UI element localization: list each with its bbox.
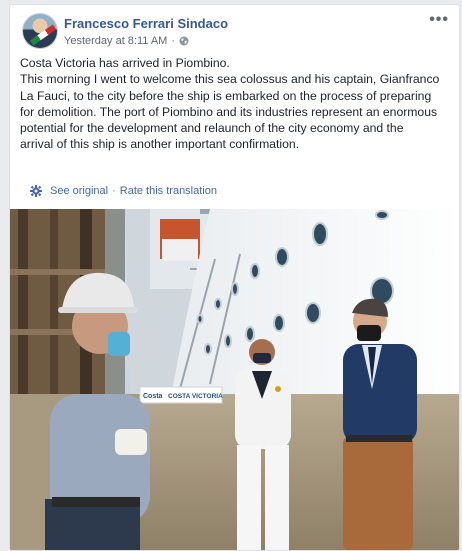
see-original-link[interactable]: See original — [50, 185, 108, 197]
post-meta: Yesterday at 8:11 AM · — [64, 35, 189, 47]
ship-sign-text: COSTA VICTORIA — [168, 393, 223, 400]
translation-bar: See original · Rate this translation — [30, 185, 217, 197]
author-avatar[interactable] — [22, 13, 58, 49]
rate-translation-link[interactable]: Rate this translation — [120, 185, 217, 197]
author-name[interactable]: Francesco Ferrari Sindaco — [64, 16, 228, 31]
post-text: Costa Victoria has arrived in Piombino. … — [20, 55, 440, 153]
translation-separator: · — [112, 185, 116, 197]
meta-separator: · — [171, 35, 176, 47]
post-text-line-1: Costa Victoria has arrived in Piombino. — [20, 56, 230, 70]
ship-photo: Costa COSTA VICTORIA — [10, 209, 459, 550]
post-photo[interactable]: Costa COSTA VICTORIA — [10, 209, 459, 550]
post-text-line-2: This morning I went to welcome this sea … — [20, 72, 440, 152]
gear-icon — [30, 185, 42, 197]
post-header: Francesco Ferrari Sindaco Yesterday at 8… — [22, 12, 449, 53]
more-options-button[interactable]: ••• — [429, 12, 449, 28]
globe-icon[interactable] — [179, 36, 189, 46]
ship-logo-text: Costa — [143, 393, 163, 400]
facebook-post: Francesco Ferrari Sindaco Yesterday at 8… — [9, 4, 460, 551]
post-timestamp[interactable]: Yesterday at 8:11 AM — [64, 35, 167, 47]
